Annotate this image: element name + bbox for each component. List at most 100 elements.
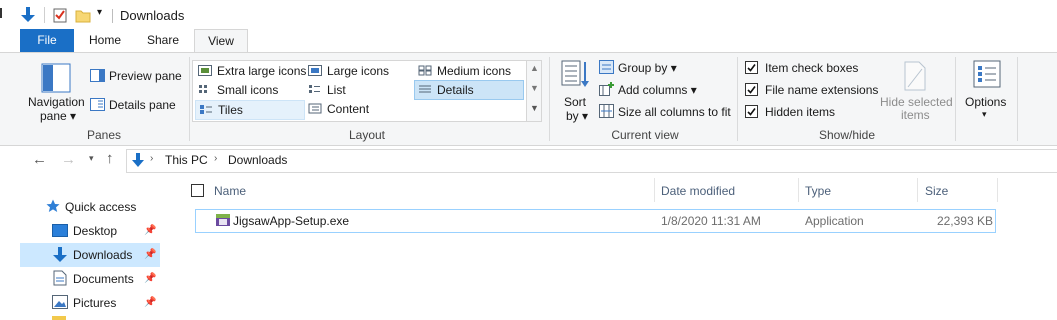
address-bar[interactable]: › This PC › Downloads xyxy=(126,149,1057,173)
star-icon xyxy=(46,199,60,212)
installer-app-icon xyxy=(216,214,230,226)
breadcrumb-downloads[interactable]: Downloads xyxy=(228,153,287,167)
recent-locations-icon[interactable]: ▾ xyxy=(89,153,94,164)
layout-content[interactable]: Content xyxy=(305,100,427,118)
pin-icon[interactable]: 📌 xyxy=(144,273,156,284)
current-view-group-label: Current view xyxy=(611,128,679,142)
layout-item-label: Medium icons xyxy=(437,64,512,78)
item-check-boxes-checkbox[interactable] xyxy=(745,61,758,74)
file-list-header: Name Date modified Type Size xyxy=(186,178,998,204)
pin-icon[interactable]: 📌 xyxy=(144,249,156,260)
item-check-boxes-toggle[interactable]: Item check boxes xyxy=(745,60,865,78)
details-icon xyxy=(419,85,431,93)
hide-selected-items-button[interactable]: Hide selected items xyxy=(878,59,954,123)
tab-file[interactable]: File xyxy=(20,29,74,53)
nav-item-label: Documents xyxy=(73,272,134,286)
layout-gallery-scroll[interactable]: ▲ ▼ ▼ xyxy=(526,60,542,122)
breadcrumb-this-pc[interactable]: This PC xyxy=(165,153,208,167)
customize-toolbar-icon[interactable]: ▾ xyxy=(97,7,102,18)
column-header-type[interactable]: Type xyxy=(805,184,831,198)
layout-gallery: Extra large icons Large icons Medium ico… xyxy=(192,60,527,122)
layout-item-label: Extra large icons xyxy=(217,64,307,78)
scroll-up-icon[interactable]: ▲ xyxy=(530,63,539,73)
preview-pane-icon xyxy=(90,69,105,82)
layout-extra-large-icons[interactable]: Extra large icons xyxy=(195,62,323,80)
tab-home[interactable]: Home xyxy=(80,29,130,53)
title-bar: ▾ Downloads xyxy=(0,0,1057,30)
panes-group-label: Panes xyxy=(86,128,122,142)
properties-icon[interactable] xyxy=(53,7,68,23)
table-row[interactable]: JigsawApp-Setup.exe 1/8/2020 11:31 AM Ap… xyxy=(195,209,996,233)
up-icon[interactable]: ↑ xyxy=(106,150,114,167)
navigation-pane-label-2: pane ▾ xyxy=(40,109,77,123)
file-type: Application xyxy=(805,214,864,228)
check-icon xyxy=(747,86,756,94)
layout-tiles[interactable]: Tiles xyxy=(195,100,305,120)
tab-view[interactable]: View xyxy=(194,29,248,54)
small-icons-icon xyxy=(199,85,207,93)
pictures-icon xyxy=(52,295,68,309)
layout-item-label: Details xyxy=(437,83,474,97)
file-name-extensions-toggle[interactable]: File name extensions xyxy=(745,82,879,100)
group-divider xyxy=(1017,57,1018,141)
group-by-button[interactable]: Group by ▾ xyxy=(599,59,729,77)
tab-share[interactable]: Share xyxy=(137,29,189,53)
layout-list[interactable]: List xyxy=(305,81,427,99)
breadcrumb-chevron-icon[interactable]: › xyxy=(150,153,153,164)
window-title: Downloads xyxy=(120,8,185,23)
column-header-name[interactable]: Name xyxy=(214,184,246,198)
size-all-columns-button[interactable]: Size all columns to fit xyxy=(599,103,739,121)
details-pane-button[interactable]: Details pane xyxy=(90,96,182,114)
details-pane-icon xyxy=(90,98,105,111)
hide-selected-icon xyxy=(904,61,926,91)
navigation-pane-button[interactable]: Navigation pane ▾ xyxy=(26,59,88,125)
back-icon[interactable]: ← xyxy=(32,151,47,168)
folder-icon-partial xyxy=(52,316,66,320)
pin-icon[interactable]: 📌 xyxy=(144,297,156,308)
hide-selected-label-2: items xyxy=(901,108,930,122)
file-size: 22,393 KB xyxy=(936,214,993,228)
column-header-size[interactable]: Size xyxy=(925,184,948,198)
show-hide-group-label: Show/hide xyxy=(818,128,876,142)
download-arrow-icon[interactable] xyxy=(20,6,36,24)
list-icon xyxy=(309,85,320,93)
layout-large-icons[interactable]: Large icons xyxy=(305,62,427,80)
add-columns-button[interactable]: Add columns ▾ xyxy=(599,81,729,99)
new-folder-icon[interactable] xyxy=(75,8,91,23)
sort-by-button[interactable]: Sort by ▾ xyxy=(558,57,592,123)
column-divider[interactable] xyxy=(917,178,918,202)
options-button[interactable]: Options ▾ xyxy=(962,57,1012,123)
hidden-items-checkbox[interactable] xyxy=(745,105,758,118)
file-name-extensions-label: File name extensions xyxy=(765,83,879,97)
hidden-items-toggle[interactable]: Hidden items xyxy=(745,104,865,122)
group-by-icon xyxy=(599,60,614,74)
file-name[interactable]: JigsawApp-Setup.exe xyxy=(233,214,349,228)
nav-item-pictures[interactable]: Pictures 📌 xyxy=(20,291,160,315)
file-name-extensions-checkbox[interactable] xyxy=(745,83,758,96)
preview-pane-button[interactable]: Preview pane xyxy=(90,67,182,85)
select-all-checkbox[interactable] xyxy=(191,184,204,197)
column-header-date-modified[interactable]: Date modified xyxy=(661,184,735,198)
nav-item-downloads[interactable]: Downloads 📌 xyxy=(20,243,160,267)
column-divider[interactable] xyxy=(997,178,998,202)
nav-item-desktop[interactable]: Desktop 📌 xyxy=(20,219,160,243)
column-divider[interactable] xyxy=(798,178,799,202)
scroll-down-icon[interactable]: ▼ xyxy=(530,83,539,93)
layout-medium-icons[interactable]: Medium icons xyxy=(415,62,541,80)
extra-large-icons-icon xyxy=(198,65,212,76)
column-divider[interactable] xyxy=(654,178,655,202)
nav-item-quick-access[interactable]: Quick access xyxy=(20,195,160,219)
breadcrumb-chevron-icon[interactable]: › xyxy=(214,153,217,164)
divider xyxy=(44,7,45,23)
nav-item-label: Desktop xyxy=(73,224,118,238)
sort-by-icon xyxy=(561,60,589,87)
options-dropdown-icon: ▾ xyxy=(982,109,987,119)
options-label: Options xyxy=(965,95,1007,109)
nav-item-documents[interactable]: Documents 📌 xyxy=(20,267,160,291)
large-icons-icon xyxy=(308,65,322,76)
layout-small-icons[interactable]: Small icons xyxy=(195,81,323,99)
layout-details[interactable]: Details xyxy=(414,80,524,100)
forward-icon[interactable]: → xyxy=(61,151,76,168)
pin-icon[interactable]: 📌 xyxy=(144,225,156,236)
expand-gallery-icon[interactable]: ▼ xyxy=(530,103,539,113)
